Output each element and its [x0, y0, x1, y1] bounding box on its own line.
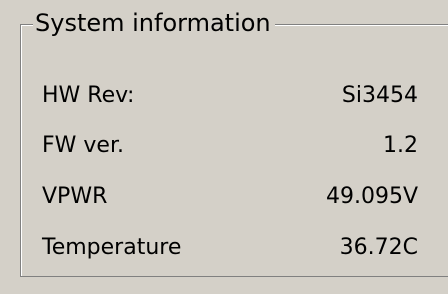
- fw-ver-value: 1.2: [383, 133, 418, 158]
- fw-ver-label: FW ver.: [42, 133, 124, 158]
- temperature-value: 36.72C: [339, 235, 418, 260]
- hw-rev-label: HW Rev:: [42, 83, 135, 108]
- info-row-fw-ver: FW ver. 1.2: [42, 130, 418, 162]
- groupbox-title: System information: [33, 8, 275, 38]
- hw-rev-value: Si3454: [341, 83, 418, 108]
- info-row-temperature: Temperature 36.72C: [42, 232, 418, 264]
- vpwr-label: VPWR: [42, 184, 108, 209]
- vpwr-value: 49.095V: [325, 184, 418, 209]
- info-row-vpwr: VPWR 49.095V: [42, 181, 418, 213]
- temperature-label: Temperature: [42, 235, 182, 260]
- info-row-hw-rev: HW Rev: Si3454: [42, 80, 418, 112]
